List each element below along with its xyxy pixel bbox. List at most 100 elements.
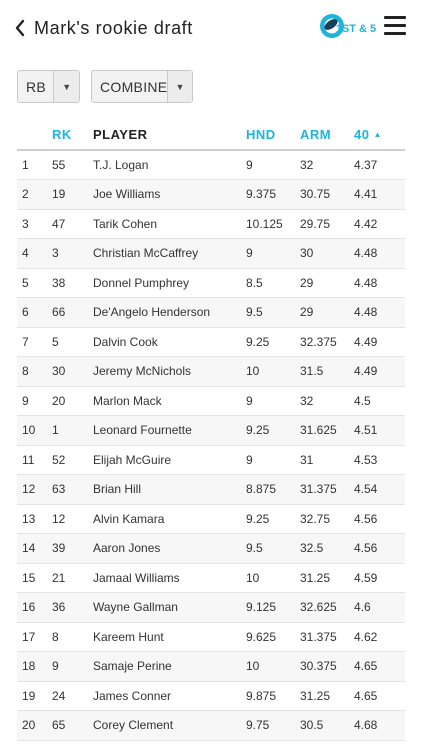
- table-cell-empty: [52, 740, 93, 750]
- table-row[interactable]: [17, 740, 405, 750]
- cell-player: Christian McCaffrey: [93, 238, 246, 269]
- dropdown-arrow-icon: ▼: [53, 71, 79, 102]
- cell-arm: 31.375: [300, 622, 354, 652]
- position-select[interactable]: RB ▼: [17, 70, 80, 103]
- cell-rank: 52: [52, 445, 93, 475]
- sort-ascending-icon: ▲: [373, 130, 382, 139]
- table-row[interactable]: 5 38 Donnel Pumphrey 8.5 29 4.48: [17, 268, 405, 298]
- cell-arm: 32.75: [300, 504, 354, 534]
- table-row[interactable]: 13 12 Alvin Kamara 9.25 32.75 4.56: [17, 504, 405, 534]
- cell-arm: 30.375: [300, 651, 354, 682]
- table-row[interactable]: 12 63 Brian Hill 8.875 31.375 4.54: [17, 474, 405, 505]
- cell-index: 3: [17, 209, 52, 239]
- cell-forty: 4.62: [354, 622, 405, 652]
- cell-rank: 39: [52, 533, 93, 564]
- cell-index: 2: [17, 179, 52, 210]
- menu-button[interactable]: [384, 16, 406, 36]
- stat-select[interactable]: COMBINE ▼: [91, 70, 193, 103]
- cell-arm: 32.375: [300, 327, 354, 357]
- cell-player: James Conner: [93, 681, 246, 711]
- table-row[interactable]: 11 52 Elijah McGuire 9 31 4.53: [17, 445, 405, 475]
- cell-hand: 9.125: [246, 592, 300, 623]
- cell-hand: 9.25: [246, 415, 300, 446]
- cell-forty: 4.5: [354, 386, 405, 416]
- cell-hand: 10: [246, 356, 300, 387]
- position-select-value: RB: [26, 78, 47, 95]
- cell-forty: 4.41: [354, 179, 405, 210]
- column-header-rank[interactable]: RK: [52, 120, 93, 151]
- cell-arm: 31.625: [300, 415, 354, 446]
- cell-hand: 10: [246, 651, 300, 682]
- cell-rank: 5: [52, 327, 93, 357]
- table-cell-empty: [93, 740, 246, 750]
- cell-hand: 9.625: [246, 622, 300, 652]
- table-cell-empty: [246, 740, 300, 750]
- cell-player: Jeremy McNichols: [93, 356, 246, 387]
- app-header: Mark's rookie draft 1ST & 5: [0, 0, 422, 56]
- table-row[interactable]: 18 9 Samaje Perine 10 30.375 4.65: [17, 651, 405, 682]
- table-row[interactable]: 6 66 De'Angelo Henderson 9.5 29 4.48: [17, 297, 405, 328]
- table-row[interactable]: 7 5 Dalvin Cook 9.25 32.375 4.49: [17, 327, 405, 357]
- cell-hand: 9.75: [246, 710, 300, 741]
- cell-rank: 36: [52, 592, 93, 623]
- cell-rank: 66: [52, 297, 93, 328]
- cell-hand: 10: [246, 563, 300, 593]
- table-row[interactable]: 20 65 Corey Clement 9.75 30.5 4.68: [17, 710, 405, 741]
- cell-index: 8: [17, 356, 52, 387]
- column-header-player[interactable]: PLAYER: [93, 120, 246, 151]
- table-row[interactable]: 3 47 Tarik Cohen 10.125 29.75 4.42: [17, 209, 405, 239]
- filter-bar: RB ▼ COMBINE ▼: [17, 70, 193, 103]
- cell-rank: 12: [52, 504, 93, 534]
- cell-index: 6: [17, 297, 52, 328]
- cell-forty: 4.49: [354, 356, 405, 387]
- cell-hand: 8.875: [246, 474, 300, 505]
- table-row[interactable]: 16 36 Wayne Gallman 9.125 32.625 4.6: [17, 592, 405, 623]
- cell-forty: 4.56: [354, 533, 405, 564]
- cell-player: Donnel Pumphrey: [93, 268, 246, 298]
- cell-index: 1: [17, 150, 52, 180]
- column-header-hand[interactable]: HND: [246, 120, 300, 151]
- cell-player: Jamaal Williams: [93, 563, 246, 593]
- table-row[interactable]: 8 30 Jeremy McNichols 10 31.5 4.49: [17, 356, 405, 387]
- cell-rank: 63: [52, 474, 93, 505]
- players-table: RK PLAYER HND ARM 40 ▲ 1 55 T.J. Logan 9 32 4.…: [17, 120, 405, 750]
- table-row[interactable]: 9 20 Marlon Mack 9 32 4.5: [17, 386, 405, 416]
- cell-index: 4: [17, 238, 52, 269]
- cell-rank: 65: [52, 710, 93, 741]
- column-header-arm[interactable]: ARM: [300, 120, 354, 151]
- cell-player: Brian Hill: [93, 474, 246, 505]
- table-row[interactable]: 15 21 Jamaal Williams 10 31.25 4.59: [17, 563, 405, 593]
- cell-rank: 20: [52, 386, 93, 416]
- cell-hand: 9.375: [246, 179, 300, 210]
- cell-index: 7: [17, 327, 52, 357]
- cell-player: Elijah McGuire: [93, 445, 246, 475]
- cell-hand: 9: [246, 238, 300, 269]
- table-row[interactable]: 19 24 James Conner 9.875 31.25 4.65: [17, 681, 405, 711]
- cell-hand: 10.125: [246, 209, 300, 239]
- cell-arm: 30.5: [300, 710, 354, 741]
- cell-forty: 4.59: [354, 563, 405, 593]
- cell-player: T.J. Logan: [93, 150, 246, 180]
- back-button[interactable]: Mark's rookie draft: [14, 14, 194, 42]
- table-row[interactable]: 4 3 Christian McCaffrey 9 30 4.48: [17, 238, 405, 269]
- cell-arm: 31.25: [300, 563, 354, 593]
- table-row[interactable]: 1 55 T.J. Logan 9 32 4.37: [17, 150, 405, 180]
- table-row[interactable]: 2 19 Joe Williams 9.375 30.75 4.41: [17, 179, 405, 210]
- cell-forty: 4.65: [354, 681, 405, 711]
- cell-forty: 4.48: [354, 268, 405, 298]
- table-row[interactable]: 10 1 Leonard Fournette 9.25 31.625 4.51: [17, 415, 405, 446]
- cell-index: 18: [17, 651, 52, 682]
- column-header-forty[interactable]: 40 ▲: [354, 120, 405, 151]
- cell-hand: 8.5: [246, 268, 300, 298]
- cell-hand: 9.25: [246, 327, 300, 357]
- column-header-label: ARM: [300, 127, 332, 142]
- cell-arm: 31.375: [300, 474, 354, 505]
- table-cell-empty: [17, 740, 52, 750]
- cell-index: 9: [17, 386, 52, 416]
- table-row[interactable]: 17 8 Kareem Hunt 9.625 31.375 4.62: [17, 622, 405, 652]
- cell-arm: 30: [300, 238, 354, 269]
- cell-forty: 4.56: [354, 504, 405, 534]
- cell-index: 14: [17, 533, 52, 564]
- table-row[interactable]: 14 39 Aaron Jones 9.5 32.5 4.56: [17, 533, 405, 564]
- cell-player: Alvin Kamara: [93, 504, 246, 534]
